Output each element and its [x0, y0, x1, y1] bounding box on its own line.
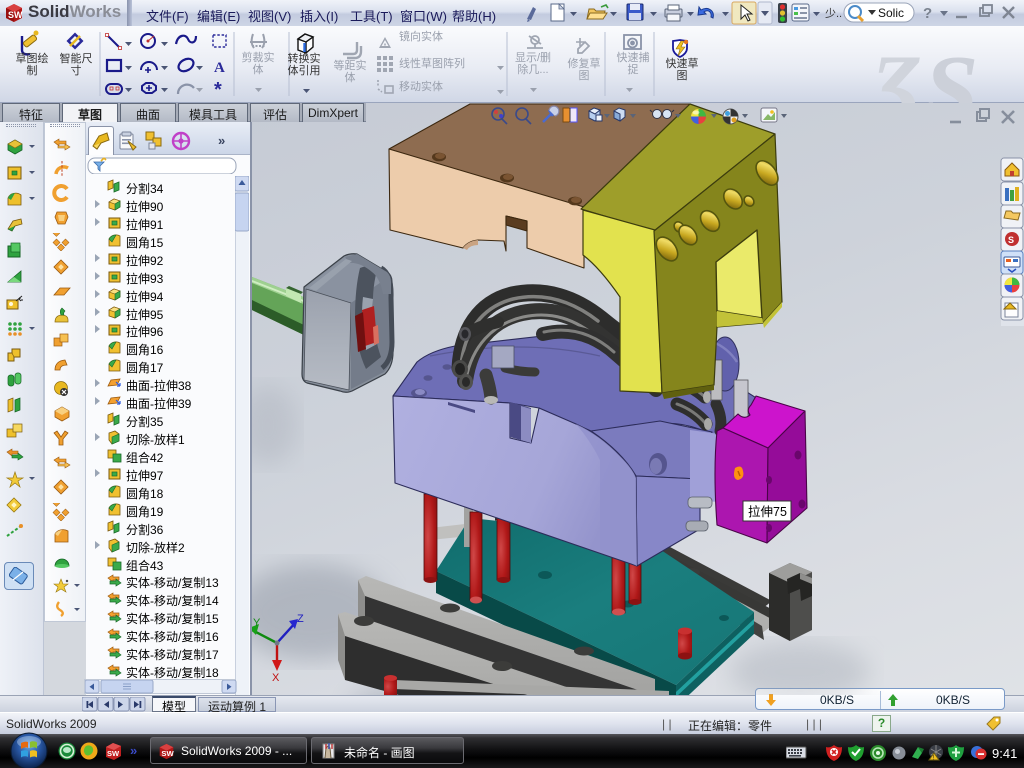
svg-text:拉伸75: 拉伸75 — [748, 504, 787, 519]
svg-text:Z: Z — [297, 613, 304, 625]
svg-text:Y: Y — [253, 617, 261, 629]
svg-text:X: X — [272, 672, 280, 684]
svg-text:S: S — [1008, 235, 1014, 245]
